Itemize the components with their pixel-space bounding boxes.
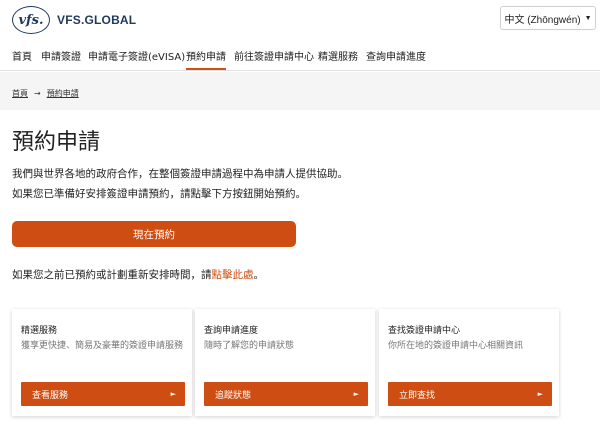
reschedule-prefix: 如果您之前已預約或計劃重新安排時間，請 [12, 269, 212, 281]
view-services-button[interactable]: 查看服務 ► [21, 382, 185, 406]
nav-item-visa-centre[interactable]: 前往簽證申請中心 [234, 48, 314, 63]
card-find-centre: 查找簽證申請中心 你所在地的簽證申請中心相關資訊 立即查找 ► [379, 309, 559, 416]
play-right-icon: ► [537, 390, 543, 398]
card-premium-services: 精選服務 獲享更快捷、簡易及豪華的簽證申請服務 查看服務 ► [12, 309, 192, 416]
intro-text: 我們與世界各地的政府合作，在整個簽證申請過程中為申請人提供協助。 [12, 168, 348, 180]
breadcrumb-home[interactable]: 首頁 [12, 88, 28, 99]
caret-down-icon: ▼ [584, 14, 592, 22]
card-description: 獲享更快捷、簡易及豪華的簽證申請服務 [21, 341, 184, 351]
track-status-button[interactable]: 追蹤狀態 ► [204, 382, 368, 406]
vfs-logo-mark: vfs. [12, 6, 50, 34]
breadcrumb-bar: 首頁 → 預約申請 [0, 72, 600, 110]
reschedule-text: 如果您之前已預約或計劃重新安排時間，請點擊此處。 [12, 267, 264, 282]
language-label: 中文 (Zhōngwén) [504, 14, 581, 26]
card-title: 查詢申請進度 [204, 326, 259, 336]
book-now-button[interactable]: 現在預約 [12, 221, 296, 247]
vfs-logo[interactable]: vfs. VFS.GLOBAL [12, 6, 136, 34]
card-description: 你所在地的簽證申請中心相關資訊 [388, 341, 524, 351]
nav-item-premium-services[interactable]: 精選服務 [318, 48, 358, 63]
play-right-icon: ► [170, 390, 176, 398]
breadcrumb-current[interactable]: 預約申請 [47, 88, 79, 99]
nav-item-apply-visa[interactable]: 申請簽證 [41, 48, 81, 63]
page-title: 預約申請 [12, 130, 101, 155]
find-now-button[interactable]: 立即查找 ► [388, 382, 552, 406]
main-nav: 首頁 申請簽證 申請電子簽證(eVISA) 預約申請 前往簽證申請中心 精選服務… [0, 40, 600, 71]
reschedule-suffix: 。 [253, 269, 265, 281]
card-title: 查找簽證申請中心 [388, 326, 461, 336]
language-selector[interactable]: 中文 (Zhōngwén) ▼ [500, 6, 596, 30]
reschedule-link[interactable]: 點擊此處 [212, 269, 254, 281]
nav-item-book-appointment[interactable]: 預約申請 [186, 48, 226, 70]
site-header: vfs. VFS.GLOBAL 中文 (Zhōngwén) ▼ [0, 0, 600, 40]
play-right-icon: ► [353, 390, 359, 398]
brand-name: VFS.GLOBAL [57, 13, 137, 27]
card-button-label: 追蹤狀態 [215, 390, 252, 401]
nav-item-apply-evisa[interactable]: 申請電子簽證(eVISA) [88, 48, 185, 63]
nav-item-home[interactable]: 首頁 [12, 48, 32, 63]
card-title: 精選服務 [21, 326, 58, 336]
card-description: 隨時了解您的申請狀態 [204, 341, 295, 351]
arrow-right-icon: → [34, 89, 41, 98]
breadcrumb: 首頁 → 預約申請 [12, 88, 79, 99]
nav-item-track-application[interactable]: 查詢申請進度 [366, 48, 426, 63]
card-track-application: 查詢申請進度 隨時了解您的申請狀態 追蹤狀態 ► [195, 309, 375, 416]
card-button-label: 查看服務 [32, 390, 69, 401]
intro-instruction: 如果您已準備好安排簽證申請預約，請點擊下方按鈕開始預約。 [12, 188, 306, 200]
card-button-label: 立即查找 [399, 390, 436, 401]
